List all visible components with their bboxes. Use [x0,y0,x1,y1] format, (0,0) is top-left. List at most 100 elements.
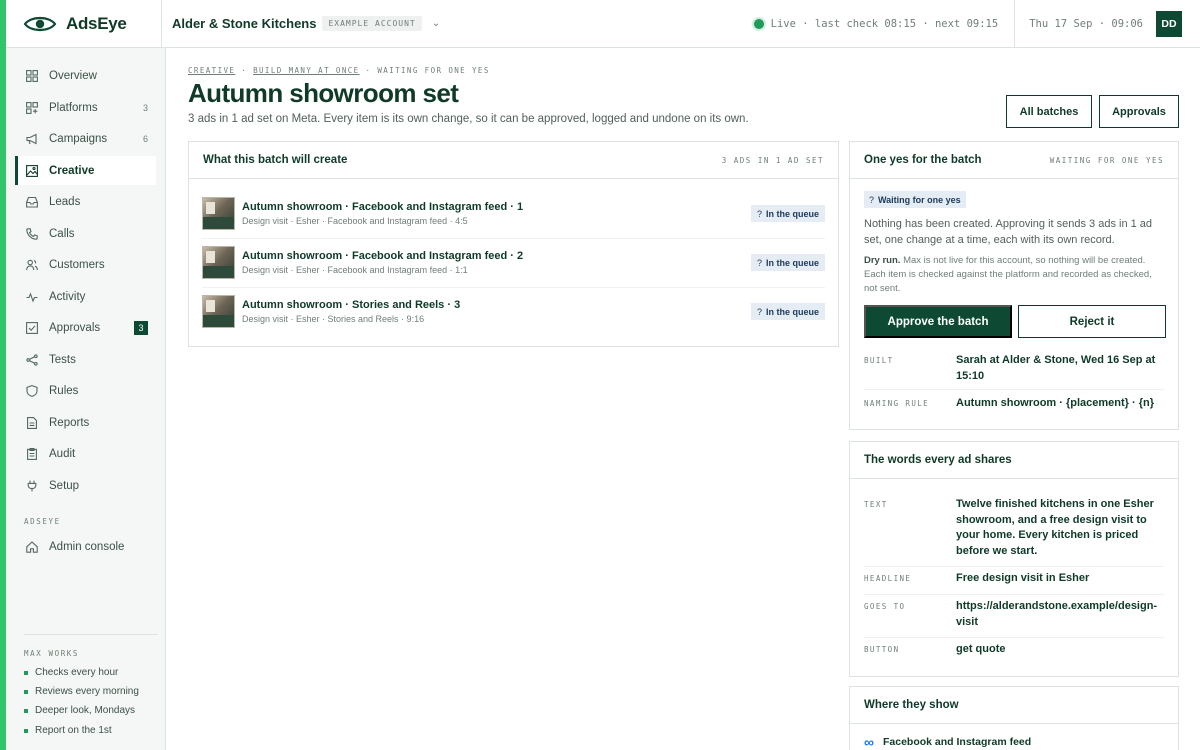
breadcrumb-build-many[interactable]: BUILD MANY AT ONCE [253,66,359,75]
bullet-icon [24,670,28,675]
kv-divider [864,389,1164,390]
max-works-text: Reviews every morning [35,686,139,697]
sidebar-item-setup[interactable]: Setup [16,471,157,500]
approvals-button[interactable]: Approvals [1099,95,1179,128]
max-works-text: Report on the 1st [35,725,112,736]
sidebar-item-label: Customers [49,258,105,271]
sidebar-item-label: Calls [49,227,75,240]
sidebar-item-platforms[interactable]: Platforms 3 [16,93,157,122]
account-tag: EXAMPLE ACCOUNT [322,16,422,31]
sidebar-item-label: Activity [49,290,86,303]
plug-icon [27,480,37,491]
sidebar-item-campaigns[interactable]: Campaigns 6 [16,124,157,153]
avatar[interactable]: DD [1156,10,1182,37]
sidebar-item-leads[interactable]: Leads [16,187,157,216]
live-status-text: Live · last check 08:15 · next 09:15 [770,17,999,30]
batch-card-meta: 3 ADS IN 1 AD SET [721,155,824,165]
naming-rule-value: Autumn showroom · {placement} · {n} [956,397,1155,409]
sidebar-item-tests[interactable]: Tests [16,345,157,374]
goes-to-label: GOES TO [864,602,906,611]
text-value: Twelve finished kitchens in one Esher sh… [956,498,1154,557]
megaphone-icon [26,133,37,144]
status-text: In the queue [765,208,819,219]
list-item[interactable]: Autumn showroom · Facebook and Instagram… [202,189,825,238]
page-title: Autumn showroom set [188,78,459,108]
kv-divider [864,594,1164,595]
sidebar-item-admin-console[interactable]: Admin console [16,532,157,561]
breadcrumb: CREATIVE · BUILD MANY AT ONCE · WAITING … [188,66,490,75]
sidebar-item-activity[interactable]: Activity [16,282,157,311]
dry-run-text: Max is not live for this account, so not… [864,255,1152,294]
dry-run-note: Dry run. Max is not live for this accoun… [864,254,1166,296]
meta-logo-icon: ∞ [864,734,874,750]
sidebar-item-label: Audit [49,447,76,460]
image-icon [26,164,38,177]
text-label: TEXT [864,500,888,509]
sidebar-item-creative[interactable]: Creative [15,156,156,185]
question-icon: ? [756,208,762,219]
ad-thumbnail [202,246,235,279]
sidebar-item-label: Leads [49,195,81,208]
list-item[interactable]: Autumn showroom · Stories and Reels · 3 … [202,287,825,336]
branch-icon [26,353,38,366]
approval-description: Nothing has been created. Approving it s… [864,218,1153,246]
sidebar-item-label: Campaigns [49,132,108,145]
platforms-icon [26,101,38,114]
sidebar-item-audit[interactable]: Audit [16,439,157,468]
checkbox-icon [26,321,38,334]
grid-icon [26,69,38,82]
list-item[interactable]: Autumn showroom · Facebook and Instagram… [202,238,825,287]
document-icon [27,416,37,429]
sidebar-item-approvals[interactable]: Approvals 3 [16,313,157,342]
status-text: Waiting for one yes [878,194,961,205]
max-works-item: Deeper look, Mondays [24,705,135,716]
breadcrumb-creative[interactable]: CREATIVE [188,66,235,75]
status-badge: ? In the queue [750,205,825,222]
all-batches-button[interactable]: All batches [1006,95,1092,128]
bullet-icon [24,708,28,713]
sidebar-item-reports[interactable]: Reports [16,408,157,437]
sidebar-item-label: Creative [49,164,95,177]
shared-words-title: The words every ad shares [864,454,1012,466]
sidebar-item-rules[interactable]: Rules [16,376,157,405]
sidebar-item-customers[interactable]: Customers [16,250,157,279]
question-icon: ? [756,257,762,268]
inbox-icon [26,196,38,208]
placements-card: Where they show ∞ Facebook and Instagram… [849,686,1179,750]
ad-title: Autumn showroom · Facebook and Instagram… [242,250,524,262]
status-text: In the queue [765,257,819,268]
shared-words-header: The words every ad shares [850,442,1178,479]
status-badge: ? Waiting for one yes [864,191,966,208]
sidebar-item-label: Admin console [49,540,125,553]
max-works-item: Checks every hour [24,667,118,678]
placements-header: Where they show [850,687,1178,724]
account-switcher[interactable]: Alder & Stone Kitchens EXAMPLE ACCOUNT ⌄ [161,0,440,48]
sidebar-item-label: Reports [49,416,90,429]
goes-to-value: https://alderandstone.example/design-vis… [956,600,1158,628]
breadcrumb-current: WAITING FOR ONE YES [377,66,490,75]
phone-icon [26,227,38,240]
button-label: BUTTON [864,645,900,654]
brand-logo[interactable]: AdsEye [6,0,166,48]
batch-card: What this batch will create 3 ADS IN 1 A… [188,141,839,347]
sidebar-item-calls[interactable]: Calls [16,219,157,248]
approval-card-header: One yes for the batch WAITING FOR ONE YE… [850,142,1178,179]
approval-card-meta: WAITING FOR ONE YES [1049,155,1164,165]
built-value: Sarah at Alder & Stone, Wed 16 Sep at 15… [956,354,1156,382]
pulse-icon [26,291,38,303]
naming-rule-label: NAMING RULE [864,399,930,408]
ad-details: Design visit · Esher · Facebook and Inst… [242,265,468,275]
sidebar-item-label: Platforms [49,101,98,114]
placement-name: Facebook and Instagram feed [882,736,1032,748]
max-works-text: Checks every hour [35,667,119,678]
max-works-item: Report on the 1st [24,725,112,736]
max-works-item: Reviews every morning [24,686,139,697]
sidebar-item-overview[interactable]: Overview [16,61,157,90]
approve-batch-button[interactable]: Approve the batch [864,305,1012,338]
kv-divider [864,637,1164,638]
sidebar-divider [24,634,158,635]
ad-thumbnail [202,197,235,230]
headline-value: Free design visit in Esher [956,572,1090,584]
reject-button[interactable]: Reject it [1018,305,1166,338]
chevron-down-icon: ⌄ [431,18,441,29]
